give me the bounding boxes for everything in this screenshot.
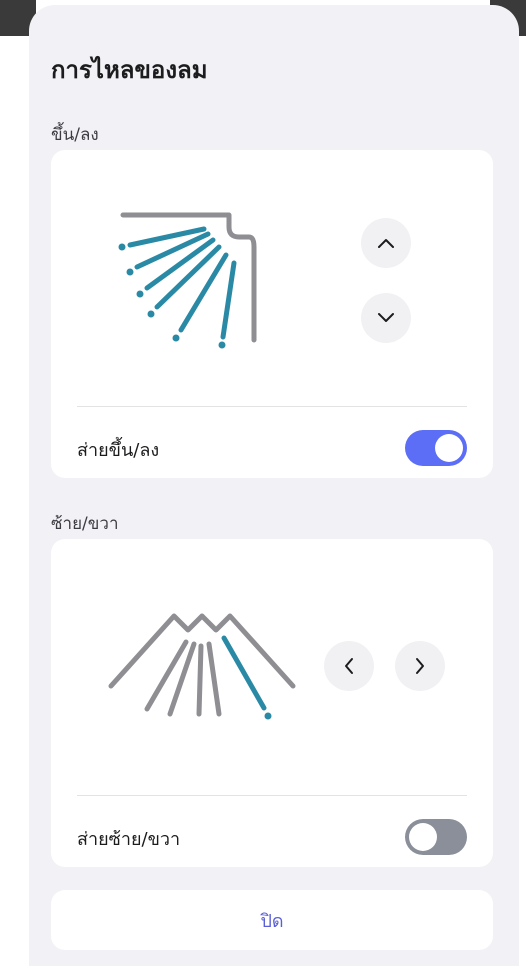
airflow-bottom-sheet: การไหลของลม ขึ้น/ลง ส่ายขึ้น/ลง ซ้าย/ขวา… [29, 5, 519, 966]
chevron-right-icon [416, 658, 424, 674]
section-label-horizontal: ซ้าย/ขวา [51, 514, 119, 534]
swing-horizontal-toggle[interactable] [405, 819, 467, 855]
card-divider [77, 406, 467, 407]
chevron-down-icon [378, 313, 394, 322]
horizontal-airflow-illustration [108, 613, 296, 720]
close-button-label: ปิด [260, 910, 284, 932]
airflow-up-button[interactable] [361, 218, 411, 268]
vertical-airflow-card: ส่ายขึ้น/ลง [51, 150, 493, 478]
sheet-title: การไหลของลม [51, 56, 208, 84]
card-divider [77, 795, 467, 796]
airflow-right-button[interactable] [395, 641, 445, 691]
swing-vertical-label: ส่ายขึ้น/ลง [77, 440, 160, 461]
airflow-down-button[interactable] [361, 293, 411, 343]
toggle-knob [435, 434, 463, 462]
chevron-up-icon [378, 239, 394, 248]
swing-horizontal-label: ส่ายซ้าย/ขวา [77, 829, 181, 850]
vertical-airflow-illustration [118, 212, 257, 349]
section-label-vertical: ขึ้น/ลง [51, 125, 99, 145]
close-button[interactable]: ปิด [51, 890, 493, 950]
toggle-knob [409, 823, 437, 851]
swing-vertical-toggle[interactable] [405, 430, 467, 466]
horizontal-airflow-card: ส่ายซ้าย/ขวา [51, 539, 493, 867]
airflow-left-button[interactable] [324, 641, 374, 691]
chevron-left-icon [345, 658, 353, 674]
